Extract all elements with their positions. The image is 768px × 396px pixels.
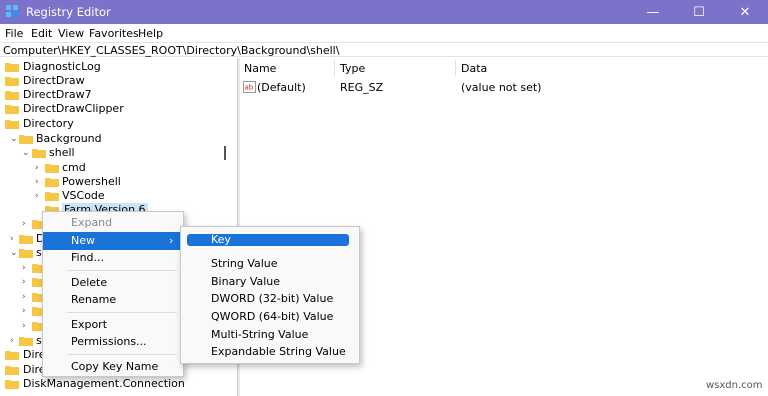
tree-item-powershell[interactable]: › Powershell (0, 175, 220, 189)
submenu-item-expandable-string-value[interactable]: Expandable String Value (187, 346, 349, 358)
tree-item-cmd[interactable]: › cmd (0, 161, 220, 175)
tree-item-diskmanagement[interactable]: DiskManagement.Connection (0, 377, 220, 391)
title-bar: Registry Editor — ☐ ✕ (0, 0, 768, 24)
chevron-right-icon[interactable]: › (35, 175, 43, 189)
chevron-right-icon[interactable]: › (35, 161, 43, 175)
menu-bar: File Edit View Favorites Help (0, 24, 768, 42)
folder-icon (5, 351, 19, 360)
menu-item-expand[interactable]: Expand (43, 214, 183, 232)
close-icon: ✕ (739, 4, 751, 20)
close-button[interactable]: ✕ (722, 0, 768, 24)
tree-item-directdraw[interactable]: DirectDraw (0, 74, 220, 88)
chevron-right-icon[interactable]: › (22, 290, 30, 304)
folder-icon (19, 249, 33, 258)
address-bar[interactable]: Computer\HKEY_CLASSES_ROOT\Directory\Bac… (0, 42, 768, 57)
submenu-item-dword-value[interactable]: DWORD (32-bit) Value (187, 293, 349, 305)
folder-icon (5, 91, 19, 100)
column-header-type[interactable]: Type (340, 62, 365, 75)
chevron-right-icon[interactable]: › (22, 217, 30, 231)
menu-separator (67, 354, 177, 355)
chevron-right-icon[interactable]: › (22, 261, 30, 275)
folder-icon (45, 178, 59, 187)
tree-item-vscode[interactable]: › VSCode (0, 189, 220, 203)
chevron-down-icon[interactable]: ⌄ (10, 246, 18, 260)
menu-item-delete[interactable]: Delete (43, 274, 183, 292)
menu-edit[interactable]: Edit (31, 27, 52, 40)
submenu-item-multi-string-value[interactable]: Multi-String Value (187, 329, 349, 341)
menu-favorites[interactable]: Favorites (89, 27, 139, 40)
menu-view[interactable]: View (58, 27, 84, 40)
tree-item-shell[interactable]: ⌄ shell (0, 146, 220, 160)
column-header-name[interactable]: Name (244, 62, 276, 75)
maximize-icon: ☐ (693, 4, 705, 20)
tree-item-directory[interactable]: Directory (0, 117, 220, 131)
folder-icon (5, 120, 19, 129)
column-header-data[interactable]: Data (461, 62, 487, 75)
chevron-right-icon: › (169, 234, 174, 247)
submenu-item-key[interactable]: Key (187, 234, 349, 246)
watermark: wsxdn.com (706, 380, 763, 391)
column-divider[interactable] (455, 60, 456, 76)
window-title: Registry Editor (26, 5, 111, 19)
chevron-right-icon[interactable]: › (10, 232, 18, 246)
string-value-icon: ab (243, 81, 256, 93)
address-path[interactable]: Computer\HKEY_CLASSES_ROOT\Directory\Bac… (3, 44, 339, 57)
chevron-right-icon[interactable]: › (22, 304, 30, 318)
tree-item-diagnosticlog[interactable]: DiagnosticLog (0, 60, 220, 74)
folder-icon (19, 235, 33, 244)
minimize-button[interactable]: — (630, 0, 676, 24)
folder-icon (5, 77, 19, 86)
menu-help[interactable]: Help (138, 27, 163, 40)
chevron-right-icon[interactable]: › (35, 189, 43, 203)
folder-icon (32, 149, 46, 158)
submenu-item-qword-value[interactable]: QWORD (64-bit) Value (187, 311, 349, 323)
scrollbar-grip[interactable] (224, 146, 226, 160)
tree-item-directdrawclipper[interactable]: DirectDrawClipper (0, 102, 220, 116)
folder-icon (45, 164, 59, 173)
menu-item-find[interactable]: Find... (43, 249, 183, 267)
tree-item-directdraw7[interactable]: DirectDraw7 (0, 88, 220, 102)
folder-icon (5, 380, 19, 389)
submenu-item-string-value[interactable]: String Value (187, 258, 349, 270)
chevron-down-icon[interactable]: ⌄ (10, 132, 18, 146)
folder-icon (5, 366, 19, 375)
new-submenu: Key String Value Binary Value DWORD (32-… (180, 226, 360, 364)
menu-item-rename[interactable]: Rename (43, 291, 183, 309)
menu-item-permissions[interactable]: Permissions... (43, 333, 183, 351)
maximize-button[interactable]: ☐ (676, 0, 722, 24)
chevron-right-icon[interactable]: › (22, 275, 30, 289)
menu-separator (67, 312, 177, 313)
svg-text:ab: ab (245, 84, 254, 92)
folder-icon (19, 337, 33, 346)
menu-item-new[interactable]: New › (43, 232, 183, 250)
menu-file[interactable]: File (5, 27, 23, 40)
submenu-item-binary-value[interactable]: Binary Value (187, 276, 349, 288)
menu-separator (67, 270, 177, 271)
minimize-icon: — (646, 4, 660, 20)
folder-icon (5, 105, 19, 114)
chevron-right-icon[interactable]: › (10, 334, 18, 348)
folder-icon (5, 63, 19, 72)
folder-icon (45, 192, 59, 201)
context-menu: Expand New › Find... Delete Rename Expor… (42, 211, 184, 377)
menu-item-export[interactable]: Export (43, 316, 183, 334)
chevron-down-icon[interactable]: ⌄ (22, 146, 30, 160)
tree-item-background[interactable]: ⌄ Background (0, 132, 220, 146)
folder-icon (19, 135, 33, 144)
menu-item-copy-key-name[interactable]: Copy Key Name (43, 358, 183, 376)
registry-editor-icon (6, 5, 18, 17)
column-divider[interactable] (334, 60, 335, 76)
chevron-right-icon[interactable]: › (22, 319, 30, 333)
